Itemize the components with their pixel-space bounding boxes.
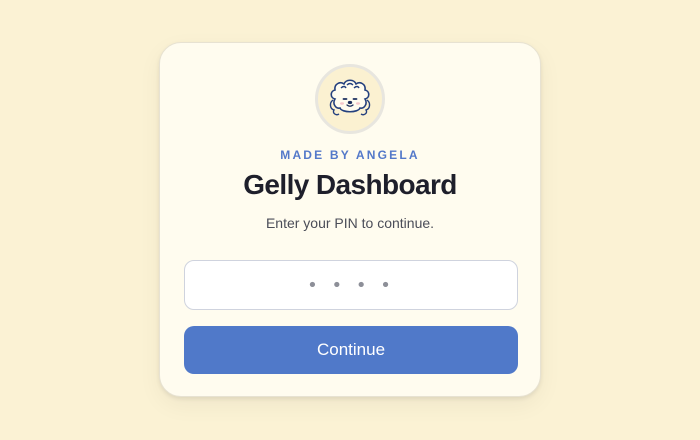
page: MADE BY ANGELA Gelly Dashboard Enter you… (0, 0, 700, 440)
login-card: MADE BY ANGELA Gelly Dashboard Enter you… (159, 42, 541, 397)
pin-instructions: Enter your PIN to continue. (265, 215, 435, 231)
made-by-label: MADE BY ANGELA (280, 148, 420, 162)
pin-input[interactable] (184, 260, 518, 310)
logo-avatar (315, 64, 385, 134)
page-title: Gelly Dashboard (243, 169, 457, 200)
poodle-face-icon (329, 79, 371, 116)
continue-button[interactable]: Continue (184, 326, 518, 374)
